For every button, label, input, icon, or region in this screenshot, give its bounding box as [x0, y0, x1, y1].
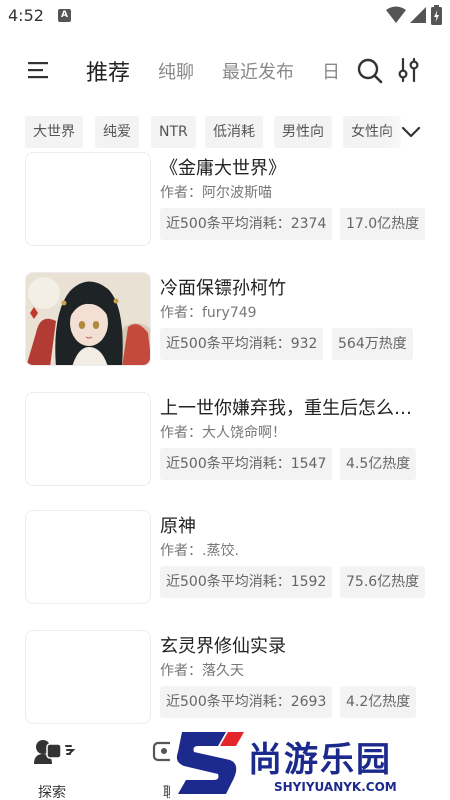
heat-badge: 4.2亿热度	[340, 686, 417, 718]
tab-recommend[interactable]: 推荐	[86, 55, 130, 87]
status-time: 4:52	[8, 6, 44, 25]
item-author: 作者：fury749	[160, 305, 257, 321]
tag-filter-row: 大世界 纯爱 NTR 低消耗 男性向 女性向	[0, 116, 450, 148]
item-title: 玄灵界修仙实录	[160, 636, 286, 657]
menu-icon[interactable]	[28, 60, 52, 80]
list-item[interactable]: 玄灵界修仙实录 作者：落久天 近500条平均消耗：2693 4.2亿热度	[0, 628, 450, 728]
top-nav: 推荐 纯聊 最近发布 日	[0, 48, 450, 94]
signal-icon	[410, 7, 426, 23]
item-author: 作者：落久天	[160, 663, 244, 679]
watermark-s-logo-icon	[176, 732, 244, 794]
consumption-badge: 近500条平均消耗：1592	[160, 566, 333, 598]
bottom-tab-explore[interactable]: 探索	[22, 734, 82, 800]
tag-chip[interactable]: 大世界	[25, 116, 83, 148]
tab-clipped-wrapper: 日	[322, 48, 344, 94]
tab-recent[interactable]: 最近发布	[222, 58, 294, 84]
item-title: 上一世你嫌弃我，重生后怎么…	[160, 398, 412, 419]
item-author: 作者：.蒸饺.	[160, 543, 239, 559]
tag-chip[interactable]: 低消耗	[205, 116, 263, 148]
watermark-logo: 尚游乐园 SHYIYUANYK.COM	[170, 730, 450, 800]
wifi-icon	[386, 6, 406, 23]
tag-chip[interactable]: 纯爱	[95, 116, 139, 148]
tab-chat-only[interactable]: 纯聊	[158, 58, 194, 84]
item-author: 作者：阿尔波斯喵	[160, 185, 272, 201]
consumption-badge: 近500条平均消耗：2374	[160, 208, 333, 240]
consumption-badge: 近500条平均消耗：1547	[160, 448, 333, 480]
consumption-badge: 近500条平均消耗：2693	[160, 686, 333, 718]
item-title: 原神	[160, 516, 196, 537]
heat-badge: 17.0亿热度	[340, 208, 426, 240]
watermark-subtext: SHYIYUANYK.COM	[274, 780, 397, 794]
heat-badge: 4.5亿热度	[340, 448, 417, 480]
battery-charging-icon	[431, 5, 442, 25]
tab-daily[interactable]: 日	[322, 58, 340, 84]
item-title: 《金庸大世界》	[160, 158, 286, 179]
explore-icon	[34, 740, 76, 764]
item-author: 作者：大人饶命啊！	[160, 425, 286, 441]
cover-placeholder	[25, 630, 151, 724]
list-item[interactable]: 原神 作者：.蒸饺. 近500条平均消耗：1592 75.6亿热度	[0, 508, 450, 608]
character-list: 《金庸大世界》 作者：阿尔波斯喵 近500条平均消耗：2374 17.0亿热度	[0, 150, 450, 730]
notification-a-icon: A	[58, 9, 71, 22]
heat-badge: 75.6亿热度	[340, 566, 426, 598]
watermark-text: 尚游乐园	[248, 740, 392, 780]
item-title: 冷面保镖孙柯竹	[160, 278, 286, 299]
search-icon[interactable]	[356, 57, 384, 85]
character-portrait-image	[26, 273, 150, 365]
list-item[interactable]: 《金庸大世界》 作者：阿尔波斯喵 近500条平均消耗：2374 17.0亿热度	[0, 150, 450, 250]
consumption-badge: 近500条平均消耗：932	[160, 328, 324, 360]
cover-placeholder	[25, 510, 151, 604]
filter-sliders-icon[interactable]	[398, 57, 422, 83]
bottom-tab-label: 探索	[38, 785, 66, 800]
status-bar: 4:52 A	[0, 0, 450, 32]
heat-badge: 564万热度	[332, 328, 413, 360]
tag-chip[interactable]: NTR	[151, 116, 196, 148]
chevron-down-icon[interactable]	[400, 122, 422, 142]
cover-placeholder	[25, 152, 151, 246]
list-item[interactable]: 上一世你嫌弃我，重生后怎么… 作者：大人饶命啊！ 近500条平均消耗：1547 …	[0, 390, 450, 490]
cover-image	[25, 272, 151, 366]
list-item[interactable]: 冷面保镖孙柯竹 作者：fury749 近500条平均消耗：932 564万热度	[0, 270, 450, 370]
cover-placeholder	[25, 392, 151, 486]
tag-chip[interactable]: 男性向	[274, 116, 332, 148]
